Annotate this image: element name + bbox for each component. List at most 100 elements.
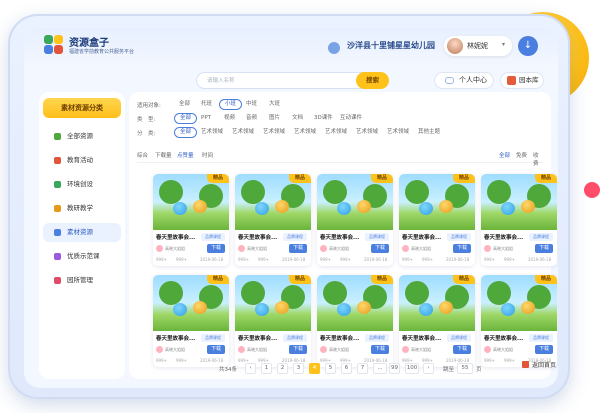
sidebar-item[interactable]: 全部资源 [43,127,121,146]
card-tag: 品牌课程 [447,233,471,241]
like-count: 999+ [176,358,187,363]
resource-card[interactable]: 精品 春天里故事会... 品牌课程 高晓大姐姐 下载 999+ 999+ 2019-06-18 [235,174,311,266]
page-number[interactable]: 7 [357,363,368,374]
filter-chip[interactable]: 小班 [219,99,243,110]
resource-card[interactable]: 精品 春天里故事会... 品牌课程 高晓大姐姐 下载 999+ 999+ 2019-06-18 [235,275,311,367]
filter-chip[interactable]: 中班 [241,99,262,110]
filter-chip[interactable]: 艺术领域 [351,127,383,138]
card-date: 2019-06-18 [200,358,224,363]
sidebar-item[interactable]: 素材资源 [43,223,121,242]
download-button[interactable]: 下载 [453,345,471,354]
download-button[interactable]: 下载 [289,244,307,253]
filter-chip[interactable]: 托班 [196,99,217,110]
library-button[interactable]: 园本库 [500,72,544,89]
bird-illustration [255,202,269,215]
download-button[interactable]: 下载 [535,345,553,354]
filter-chip[interactable]: 视频 [219,113,240,124]
personal-center-button[interactable]: 个人中心 [434,72,494,89]
page-number[interactable]: ... [373,363,387,374]
card-date: 2019-06-18 [364,257,388,262]
filter-chip[interactable]: 全部 [174,113,198,124]
download-button[interactable]: 下载 [371,345,389,354]
sidebar-item[interactable]: 教育活动 [43,151,121,170]
filter-chip[interactable]: 艺术领域 [227,127,259,138]
sort-option[interactable]: 综合 [137,151,148,159]
view-count: 999+ [156,358,167,363]
page-number[interactable]: 2 [277,363,288,374]
download-button[interactable]: 下载 [207,244,225,253]
download-button[interactable]: 下载 [371,244,389,253]
price-filter[interactable]: 全部 [499,151,510,159]
page-number[interactable]: 3 [293,363,304,374]
resource-card[interactable]: 精品 春天里故事会... 品牌课程 高晓大姐姐 下载 999+ 999+ 2019-06-18 [399,174,475,266]
view-count: 999+ [484,358,495,363]
page-number[interactable]: 6 [341,363,352,374]
filter-chip[interactable]: 全部 [174,99,195,110]
download-button[interactable]: 下载 [535,244,553,253]
card-date: 2019-06-18 [446,257,470,262]
card-thumbnail: 精品 [235,275,311,331]
card-author: 高晓大姐姐 [493,246,513,251]
app-screen: 资源盒子 福建省学前教育公共服务平台 沙洋县十里铺星星幼儿园 林妮妮 ▾ ↓ 请… [24,28,558,388]
download-button[interactable]: 下载 [453,244,471,253]
download-icon[interactable]: ↓ [518,36,538,56]
filter-chip[interactable]: 文档 [287,113,308,124]
filter-chip[interactable]: 大班 [264,99,285,110]
brand-subtitle: 福建省学前教育公共服务平台 [69,49,135,55]
sort-option[interactable]: 点赞量 [177,151,194,159]
prev-page-button[interactable]: ‹ [245,363,256,374]
card-thumbnail: 精品 [317,174,393,230]
resource-card[interactable]: 精品 春天里故事会... 品牌课程 高晓大姐姐 下载 999+ 999+ 2019-06-18 [317,174,393,266]
user-menu[interactable]: 林妮妮 ▾ [444,36,512,56]
filter-chip[interactable]: 艺术领域 [289,127,321,138]
price-filter[interactable]: 收费 [533,151,543,167]
filter-row: 适用对象: 全部 托班 小班 中班 大班 [137,99,543,111]
category-icon [54,253,61,260]
filter-label: 适用对象: [137,103,161,109]
filter-row: 类 型: 全部 PPT 视频 音频 图片 文档 3D课件 互动课件 [137,113,543,125]
sidebar-item[interactable]: 环境创设 [43,175,121,194]
pager-total: 共34条 [219,367,237,373]
page-number[interactable]: 99 [389,363,400,374]
filter-label: 分 类: [137,131,156,137]
filter-chip[interactable]: 全部 [174,127,198,138]
resource-card[interactable]: 精品 春天里故事会... 品牌课程 高晓大姐姐 下载 999+ 999+ 2019-06-18 [317,275,393,367]
resource-card[interactable]: 精品 春天里故事会... 品牌课程 高晓大姐姐 下载 999+ 999+ 2019-06-18 [481,174,557,266]
price-filter[interactable]: 免费 [516,151,527,159]
sort-option[interactable]: 时间 [202,151,213,159]
sidebar-item[interactable]: 教研教学 [43,199,121,218]
resource-card[interactable]: 精品 春天里故事会... 品牌课程 高晓大姐姐 下载 999+ 999+ 2019-06-18 [481,275,557,367]
tree-illustration [487,180,511,204]
category-icon [54,229,61,236]
download-button[interactable]: 下载 [207,345,225,354]
view-count: 999+ [238,257,249,262]
next-page-button[interactable]: › [423,363,434,374]
filter-chip[interactable]: PPT [196,113,216,124]
resource-card[interactable]: 精品 春天里故事会... 品牌课程 高晓大姐姐 下载 999+ 999+ 2019-06-18 [153,174,229,266]
filter-chip[interactable]: 音频 [241,113,262,124]
filter-chip[interactable]: 互动课件 [335,113,367,124]
page-number[interactable]: 100 [405,363,419,374]
avatar [484,245,491,252]
filter-chip[interactable]: 艺术领域 [196,127,228,138]
page-number[interactable]: 5 [325,363,336,374]
sidebar-item[interactable]: 园所管理 [43,271,121,290]
goto-page-input[interactable]: 55 [457,363,473,374]
resource-card[interactable]: 精品 春天里故事会... 品牌课程 高晓大姐姐 下载 999+ 999+ 2019-06-18 [153,275,229,367]
download-button[interactable]: 下载 [289,345,307,354]
filter-chip[interactable]: 艺术领域 [320,127,352,138]
filter-chip[interactable]: 3D课件 [309,113,338,124]
search-button[interactable]: 搜索 [356,72,389,89]
filter-chip[interactable]: 艺术领域 [382,127,414,138]
filter-chip[interactable]: 艺术领域 [258,127,290,138]
filter-chip[interactable]: 图片 [264,113,285,124]
back-home-link[interactable]: 返回首页 [522,360,556,369]
sort-option[interactable]: 下载量 [155,151,172,159]
sidebar-item[interactable]: 优质示范课 [43,247,121,266]
filter-chip[interactable]: 其他主题 [413,127,445,138]
page-number[interactable]: 4 [309,363,320,374]
avatar [320,346,327,353]
filter-row: 分 类: 全部 艺术领域 艺术领域 艺术领域 艺术领域 艺术领域 艺术领域 艺术领域 其他主题 [137,127,543,139]
page-number[interactable]: 1 [261,363,272,374]
resource-card[interactable]: 精品 春天里故事会... 品牌课程 高晓大姐姐 下载 999+ 999+ 2019-06-18 [399,275,475,367]
